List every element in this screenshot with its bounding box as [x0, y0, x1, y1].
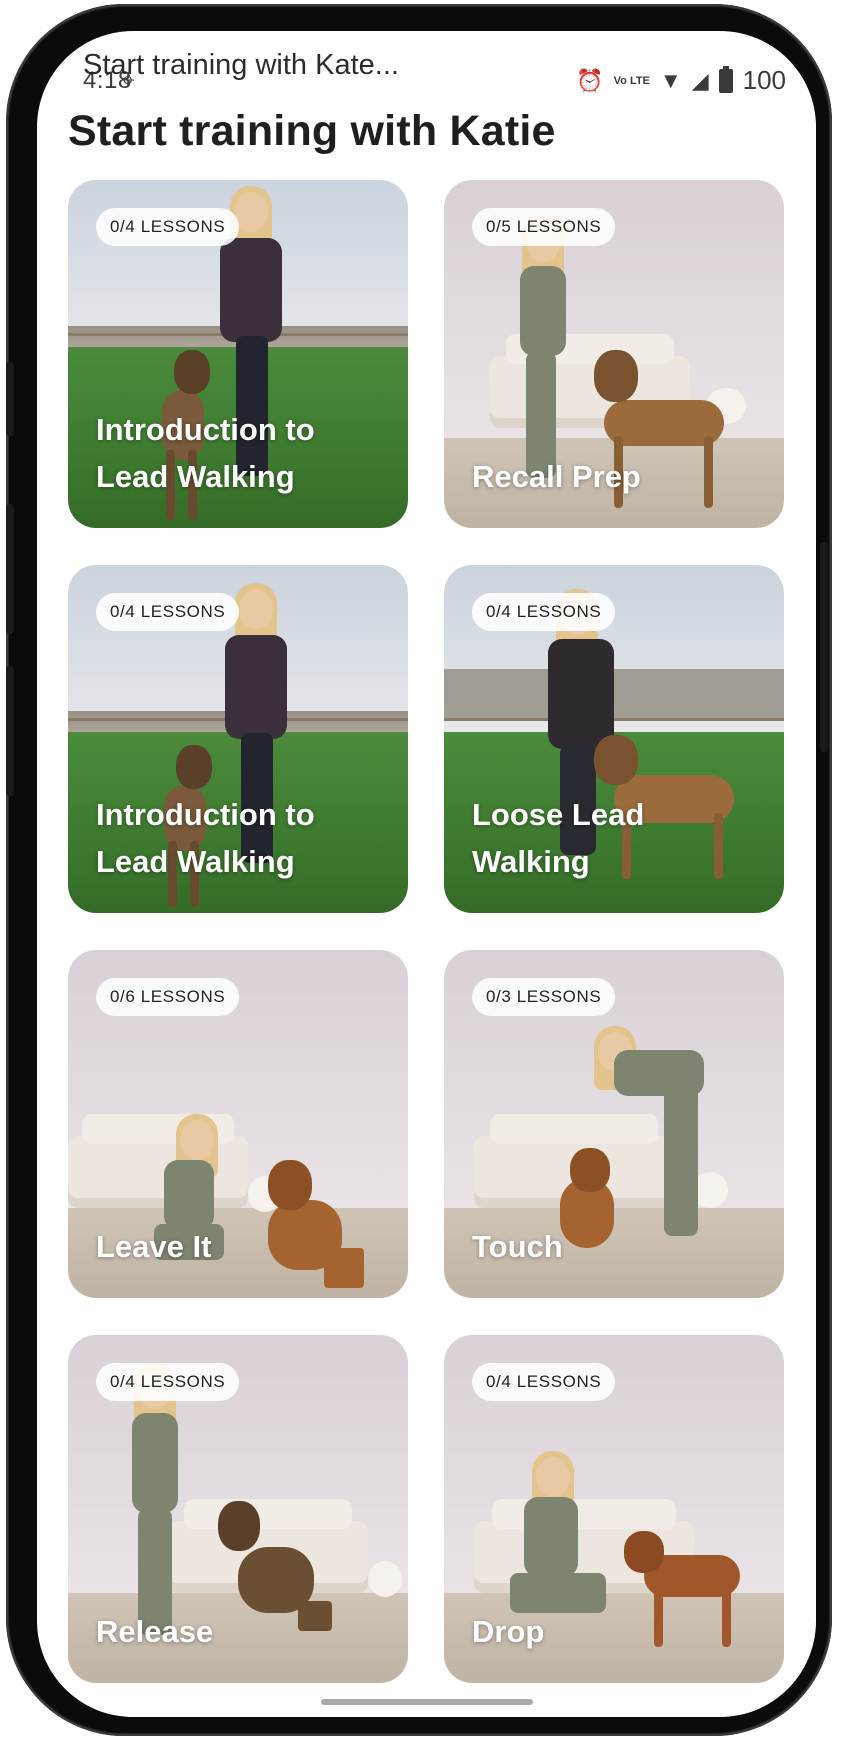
lessons-badge: 0/4 LESSONS: [96, 1363, 240, 1401]
status-bar: 4:18 ⌖ Start training with Kate... ⏰ Vo …: [37, 31, 816, 105]
course-card-leave-it[interactable]: 0/6 LESSONS Leave It: [68, 950, 408, 1298]
volte-label: Vo: [613, 74, 627, 87]
lessons-badge: 0/5 LESSONS: [472, 208, 616, 246]
app-screen: 4:18 ⌖ Start training with Kate... ⏰ Vo …: [37, 31, 816, 1717]
lessons-badge: 0/4 LESSONS: [472, 593, 616, 631]
course-title: Release: [96, 1614, 214, 1649]
phone-frame: 4:18 ⌖ Start training with Kate... ⏰ Vo …: [6, 4, 832, 1736]
course-card-intro-lead-walking-2[interactable]: 0/4 LESSONS Introduction to Lead Walking: [68, 565, 408, 913]
course-title: Introduction to Lead Walking: [96, 797, 315, 879]
lessons-badge: 0/6 LESSONS: [96, 978, 240, 1016]
notification-title: Start training with Kate...: [83, 49, 399, 81]
power-button: [820, 542, 828, 752]
course-card-loose-lead-walking[interactable]: 0/4 LESSONS Loose Lead Walking: [444, 565, 784, 913]
course-card-recall-prep[interactable]: 0/5 LESSONS Recall Prep: [444, 180, 784, 528]
course-title: Recall Prep: [472, 459, 641, 494]
course-card-drop[interactable]: 0/4 LESSONS Drop: [444, 1335, 784, 1683]
page-title: Start training with Katie: [68, 107, 556, 155]
course-title: Loose Lead Walking: [472, 797, 645, 879]
status-icons: ⏰ Vo LTE ▼ ◢ 100: [576, 65, 786, 96]
alarm-icon: ⏰: [576, 67, 604, 93]
course-card-release[interactable]: 0/4 LESSONS Release: [68, 1335, 408, 1683]
lessons-badge: 0/4 LESSONS: [472, 1363, 616, 1401]
lte-label: LTE: [629, 74, 650, 87]
wifi-icon: ▼: [659, 67, 682, 93]
course-title: Introduction to Lead Walking: [96, 412, 315, 494]
signal-icon: ◢: [691, 67, 709, 93]
course-card-intro-lead-walking[interactable]: 0/4 LESSONS Introduction to Lead Walking: [68, 180, 408, 528]
lessons-badge: 0/3 LESSONS: [472, 978, 616, 1016]
side-button: [6, 362, 14, 436]
lessons-badge: 0/4 LESSONS: [96, 593, 240, 631]
volume-up-button: [6, 504, 14, 634]
lessons-badge: 0/4 LESSONS: [96, 208, 240, 246]
course-title: Leave It: [96, 1229, 212, 1264]
battery-percent: 100: [742, 65, 786, 95]
gesture-home-bar[interactable]: [320, 1699, 533, 1705]
battery-icon: [718, 65, 733, 93]
volte-icon: Vo LTE: [614, 68, 650, 94]
course-title: Drop: [472, 1614, 545, 1649]
course-card-touch[interactable]: 0/3 LESSONS Touch: [444, 950, 784, 1298]
volume-down-button: [6, 666, 14, 796]
course-title: Touch: [472, 1229, 563, 1264]
